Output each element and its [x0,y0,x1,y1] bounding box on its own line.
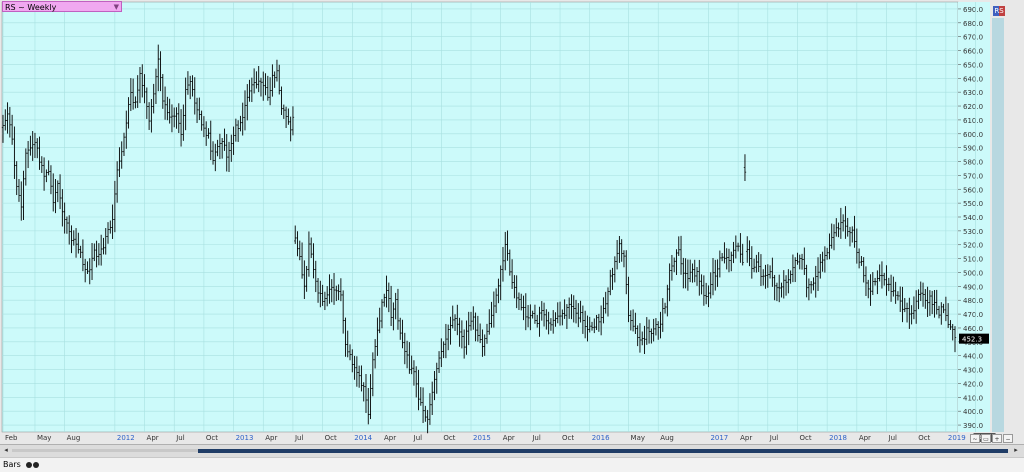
x-tick-label: 2016 [592,434,610,442]
y-tick-label: 640.0 [963,75,983,83]
chevron-down-icon: ▼ [113,3,119,11]
y-tick-label: 530.0 [963,228,983,236]
y-tick-label: 430.0 [963,367,983,375]
y-tick-label: 490.0 [963,283,983,291]
y-tick-label: 420.0 [963,380,983,388]
y-tick-label: 550.0 [963,200,983,208]
y-tick-label: 620.0 [963,103,983,111]
bars-tab[interactable]: Bars [3,460,40,470]
symbol-selector[interactable]: RS ~ Weekly ▼ [2,1,122,12]
y-tick-label: 410.0 [963,394,983,402]
x-tick-label: May [37,434,51,442]
x-tick-label: Apr [384,434,396,442]
y-tick-label: 650.0 [963,61,983,69]
x-tick-label: Aug [67,434,81,442]
x-tick-label: Jul [175,434,185,442]
x-tick-label: Oct [206,434,218,442]
price-chart: 390.0400.0410.0420.0430.0440.0450.0460.0… [1,1,1004,442]
y-tick-label: 680.0 [963,20,983,28]
symbol-label: RS ~ Weekly [5,3,57,12]
chart-root: 390.0400.0410.0420.0430.0440.0450.0460.0… [0,0,1024,472]
zoom-out-button[interactable]: ~ [970,434,980,443]
x-tick-label: 2012 [117,434,135,442]
y-tick-label: 660.0 [963,48,983,56]
x-tick-label: 2018 [829,434,847,442]
zoom-fit-button[interactable]: ▭ [981,434,991,443]
x-tick-label: Jul [413,434,423,442]
status-bar: Bars [0,457,1024,472]
y-tick-label: 400.0 [963,408,983,416]
y-tick-label: 510.0 [963,256,983,264]
x-tick-label: Feb [5,434,18,442]
y-tick-label: 600.0 [963,131,983,139]
y-tick-label: 480.0 [963,297,983,305]
zoom-minus-button[interactable]: − [1003,434,1013,443]
x-tick-label: 2019 [948,434,966,442]
y-tick-label: 590.0 [963,145,983,153]
x-tick-label: 2017 [710,434,728,442]
right-scroll-strip [992,18,1004,432]
x-tick-label: Oct [562,434,574,442]
y-tick-label: 520.0 [963,242,983,250]
y-tick-label: 630.0 [963,89,983,97]
y-tick-label: 460.0 [963,325,983,333]
y-tick-label: 580.0 [963,159,983,167]
x-tick-label: Apr [740,434,752,442]
y-tick-label: 610.0 [963,117,983,125]
symbol-badge[interactable]: RS [993,6,1005,16]
x-tick-label: 2013 [236,434,254,442]
last-price-label: 452.3 [962,336,982,344]
x-tick-label: Apr [265,434,277,442]
x-tick-label: Oct [443,434,455,442]
x-tick-label: Jul [888,434,898,442]
y-tick-label: 670.0 [963,34,983,42]
y-tick-label: 500.0 [963,269,983,277]
x-tick-label: Jul [769,434,779,442]
y-tick-label: 440.0 [963,353,983,361]
x-tick-label: Apr [147,434,159,442]
x-tick-label: Aug [660,434,674,442]
y-tick-label: 570.0 [963,172,983,180]
x-tick-label: 2014 [354,434,372,442]
y-tick-label: 390.0 [963,422,983,430]
x-tick-label: Oct [799,434,811,442]
y-tick-label: 560.0 [963,186,983,194]
x-tick-label: 2015 [473,434,491,442]
x-tick-label: Oct [918,434,930,442]
x-tick-label: Jul [294,434,304,442]
x-tick-label: Apr [503,434,515,442]
y-tick-label: 540.0 [963,214,983,222]
scroll-left-icon[interactable]: ◂ [2,446,10,455]
navigator-thumb[interactable] [198,449,1008,453]
link-icon [26,460,40,470]
x-tick-label: Oct [325,434,337,442]
bars-tab-label: Bars [3,460,21,469]
y-tick-label: 470.0 [963,311,983,319]
zoom-in-button[interactable]: + [992,434,1002,443]
scroll-right-icon[interactable]: ▸ [1012,446,1020,455]
x-tick-label: Apr [859,434,871,442]
y-tick-label: 690.0 [963,6,983,14]
timeline-navigator[interactable]: ◂ ▸ [0,444,1024,457]
x-tick-label: May [631,434,645,442]
x-tick-label: Jul [531,434,541,442]
